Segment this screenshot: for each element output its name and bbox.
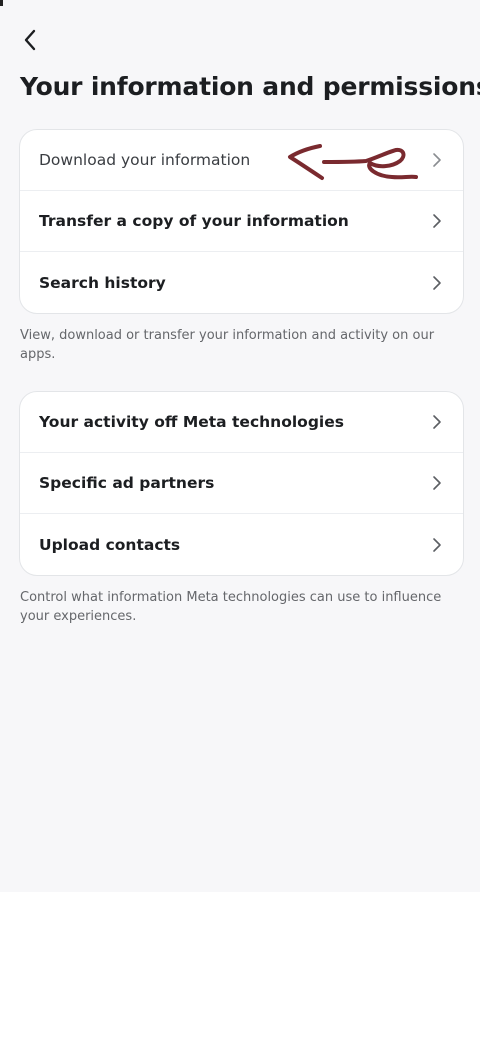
- chevron-right-icon: [431, 414, 443, 430]
- chevron-left-icon: [24, 29, 36, 51]
- ads-card: Your activity off Meta technologies Spec…: [19, 391, 464, 576]
- chevron-right-icon: [431, 152, 443, 168]
- row-label: Download your information: [39, 151, 251, 169]
- back-button[interactable]: [14, 24, 46, 56]
- row-label: Upload contacts: [39, 535, 181, 554]
- section-1-caption: View, download or transfer your informat…: [20, 328, 435, 362]
- upload-contacts-item[interactable]: Upload contacts: [20, 514, 463, 575]
- activity-off-meta-item[interactable]: Your activity off Meta technologies: [20, 392, 463, 453]
- corner-mark: [0, 0, 3, 6]
- search-history-item[interactable]: Search history: [20, 252, 463, 313]
- transfer-copy-item[interactable]: Transfer a copy of your information: [20, 191, 463, 252]
- chevron-right-icon: [431, 475, 443, 491]
- handdrawn-arrow-icon: [288, 144, 418, 180]
- specific-ad-partners-item[interactable]: Specific ad partners: [20, 453, 463, 514]
- row-label: Your activity off Meta technologies: [39, 413, 344, 431]
- chevron-right-icon: [431, 537, 443, 553]
- chevron-right-icon: [431, 275, 443, 291]
- page-title: Your information and permissions: [20, 72, 480, 101]
- bottom-area: [0, 892, 480, 1042]
- row-label: Transfer a copy of your information: [39, 212, 349, 230]
- chevron-right-icon: [431, 213, 443, 229]
- row-label: Search history: [39, 273, 166, 292]
- section-2-caption: Control what information Meta technologi…: [20, 590, 442, 624]
- row-label: Specific ad partners: [39, 474, 215, 492]
